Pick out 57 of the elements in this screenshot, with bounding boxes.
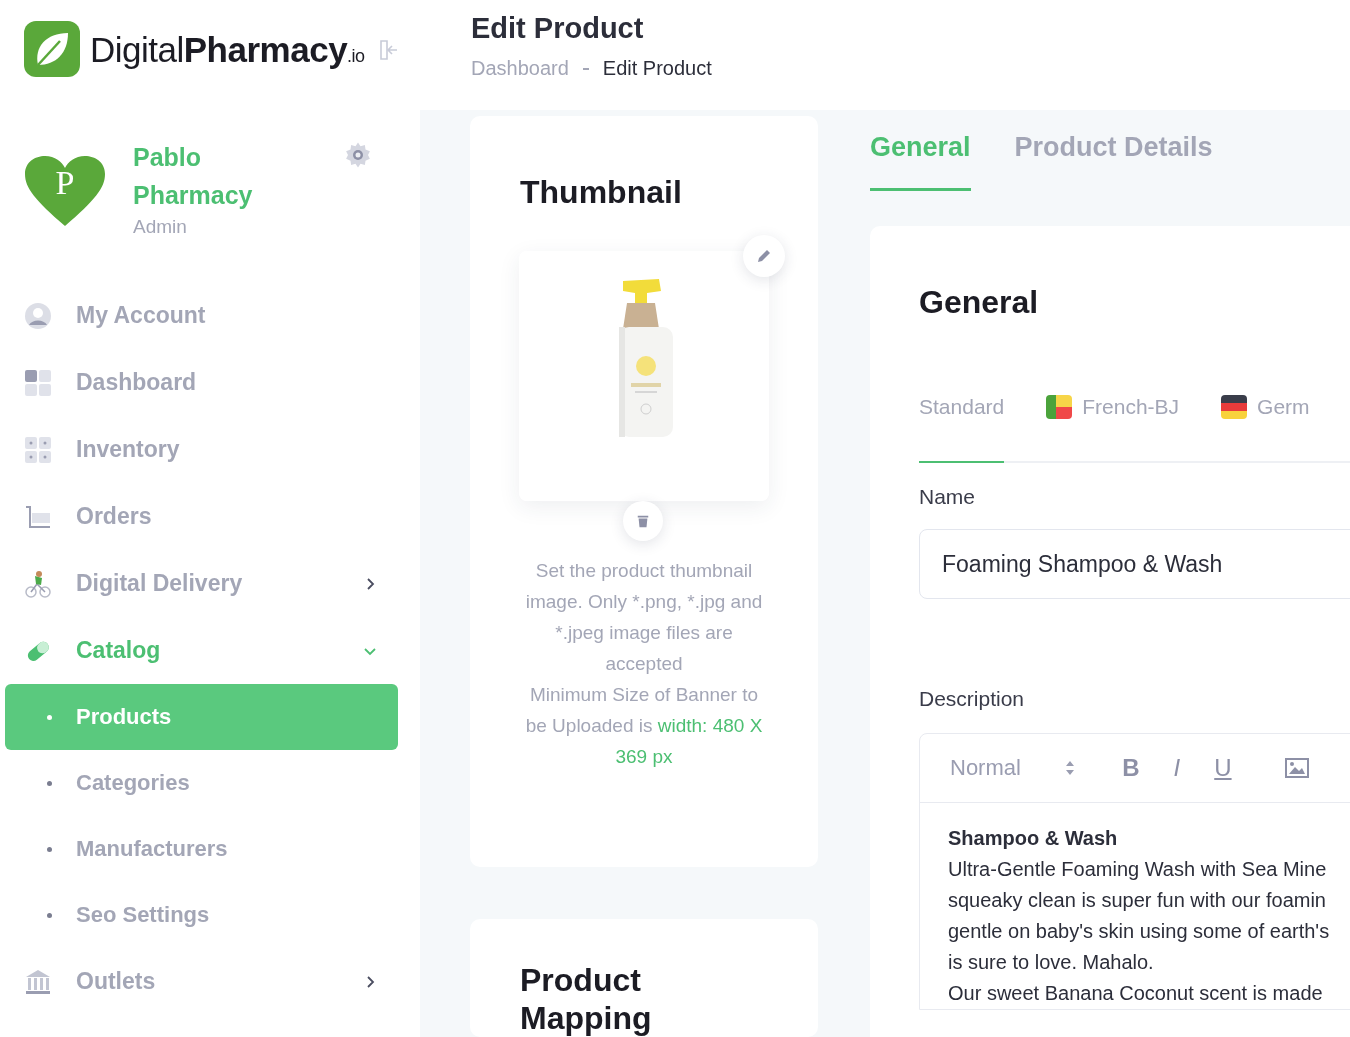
description-line: gentle on baby's skin using some of earth's	[948, 919, 1331, 944]
remove-image-button[interactable]	[623, 501, 663, 541]
user-name: Pablo Pharmacy	[133, 142, 254, 211]
settings-icon[interactable]	[343, 140, 373, 170]
brand-name[interactable]: DigitalPharmacy.io	[90, 30, 365, 70]
language-tab[interactable]: Germ	[1221, 395, 1310, 463]
nav-item[interactable]: Outlets	[0, 948, 420, 1015]
dashboard-icon	[24, 368, 52, 397]
language-tab[interactable]: French-BJ	[1046, 395, 1180, 463]
image-icon[interactable]	[1284, 758, 1309, 778]
delivery-icon	[24, 569, 52, 598]
nav-item[interactable]: Dashboard	[0, 349, 420, 416]
tab[interactable]: General	[870, 116, 971, 191]
format-button[interactable]: B	[1116, 754, 1145, 782]
nav-subitem[interactable]: Manufacturers	[5, 816, 398, 882]
leaf-logo-icon	[24, 21, 80, 77]
format-button[interactable]: U	[1208, 754, 1237, 782]
breadcrumb-current: Edit Product	[602, 57, 712, 80]
nav-subitem[interactable]: Categories	[5, 750, 398, 816]
pencil-icon	[756, 248, 772, 264]
avatar: P	[25, 156, 105, 228]
account-icon	[24, 301, 52, 330]
nav-item[interactable]: Inventory	[0, 416, 420, 483]
field-label: Name	[919, 485, 977, 509]
nav-item[interactable]: Digital Delivery	[0, 550, 420, 617]
nav-subitem[interactable]: Products	[5, 684, 398, 750]
breadcrumb-link[interactable]: Dashboard	[471, 57, 569, 80]
nav-item[interactable]: Catalog	[0, 617, 420, 684]
rich-text-editor[interactable]	[919, 733, 1350, 1010]
nav-item[interactable]: Orders	[0, 483, 420, 550]
tab[interactable]: Product Details	[1014, 116, 1213, 178]
page-title: Edit Product	[471, 12, 645, 45]
nav-subitem[interactable]: Seo Settings	[5, 882, 398, 948]
card-title: General	[919, 284, 1040, 321]
description-heading: Shampoo & Wash	[948, 826, 1119, 851]
outlets-icon	[24, 967, 52, 996]
nav-item[interactable]: My Account	[0, 282, 420, 349]
description-line: squeaky clean is super fun with our foamin	[948, 888, 1327, 913]
description-line: is sure to love. Mahalo.	[948, 950, 1155, 975]
card-title: Thumbnail	[520, 174, 682, 211]
language-tab[interactable]: Standard	[919, 395, 1005, 463]
upload-hint: Set the product thumbnail image. Only *.png, *.jpg and *.jpeg image files are accepted	[524, 559, 764, 676]
name-field[interactable]: Foaming Shampoo & Wash	[919, 529, 1350, 599]
edit-image-button[interactable]	[743, 235, 785, 277]
format-button[interactable]: I	[1162, 754, 1191, 782]
description-line: Ultra-Gentle Foaming Wash with Sea Mine	[948, 857, 1328, 882]
user-role: Admin	[133, 216, 188, 238]
inventory-icon	[24, 435, 52, 464]
description-line: Our sweet Banana Coconut scent is made	[948, 981, 1324, 1006]
card-title: Product Mapping	[520, 961, 653, 1037]
field-label: Description	[919, 687, 1026, 711]
flag-icon	[1221, 395, 1248, 419]
format-dropdown[interactable]: Normal	[950, 755, 1075, 781]
sort-arrows-icon	[1064, 760, 1075, 776]
flag-icon	[1046, 395, 1073, 419]
size-note: Minimum Size of Banner to be Uploaded is width: 480 X 369 px	[524, 683, 764, 769]
trash-icon	[636, 514, 650, 528]
